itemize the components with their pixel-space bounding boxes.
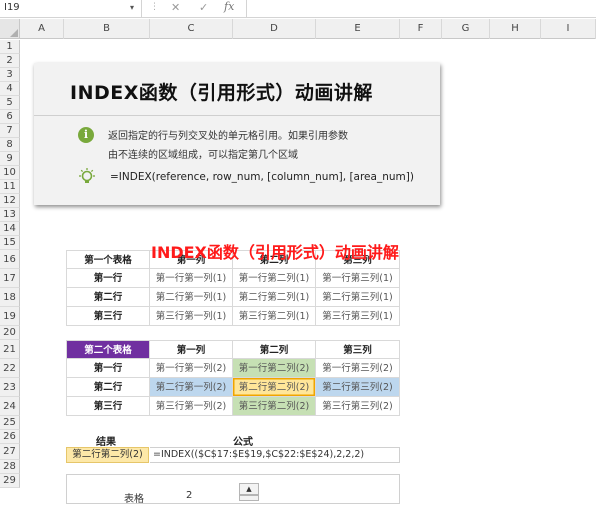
row-header-1[interactable]: 1: [0, 40, 20, 54]
table2-cell[interactable]: 第二行第三列(2): [316, 378, 400, 397]
table2-header-cell[interactable]: 第二列: [233, 340, 316, 359]
table2-row-label[interactable]: 第三行: [66, 397, 150, 416]
table2-cell[interactable]: 第一行第二列(2): [233, 359, 316, 378]
row-header-28[interactable]: 28: [0, 460, 20, 474]
row-header-6[interactable]: 6: [0, 110, 20, 124]
table2-cell[interactable]: 第三行第二列(2): [233, 397, 316, 416]
column-header-f[interactable]: F: [400, 19, 442, 39]
row-header-15[interactable]: 15: [0, 236, 20, 250]
column-header-d[interactable]: D: [233, 19, 316, 39]
row-header-12[interactable]: 12: [0, 194, 20, 208]
row-header-3[interactable]: 3: [0, 68, 20, 82]
column-header-i[interactable]: I: [541, 19, 596, 39]
formula-bar-grip-icon: ⋮: [150, 2, 159, 12]
spin-down-button[interactable]: [239, 495, 259, 501]
row-header-7[interactable]: 7: [0, 124, 20, 138]
spin-up-button[interactable]: ▲: [239, 483, 259, 495]
row-header-2[interactable]: 2: [0, 54, 20, 68]
insert-function-icon[interactable]: fx: [224, 0, 234, 13]
row-header-24[interactable]: 24: [0, 397, 20, 416]
column-header-b[interactable]: B: [64, 19, 150, 39]
row-header-13[interactable]: 13: [0, 208, 20, 222]
table1-row-label[interactable]: 第一行: [66, 269, 150, 288]
name-box[interactable]: I19: [0, 0, 142, 17]
formula-cell[interactable]: =INDEX(($C$17:$E$19,$C$22:$E$24),2,2,2): [150, 447, 400, 463]
column-header-h[interactable]: H: [490, 19, 541, 39]
row-header-26[interactable]: 26: [0, 430, 20, 444]
table2-cell[interactable]: 第二行第二列(2): [233, 378, 316, 397]
description-line-1: 返回指定的行与列交叉处的单元格引用。如果引用参数: [108, 131, 348, 142]
animated-overlay-title: INDEX函数（引用形式）动画讲解: [151, 243, 399, 262]
table2-row-label[interactable]: 第一行: [66, 359, 150, 378]
table2-header-cell[interactable]: 第一列: [150, 340, 233, 359]
table2-row-label[interactable]: 第二行: [66, 378, 150, 397]
column-header-g[interactable]: G: [442, 19, 490, 39]
row-header-23[interactable]: 23: [0, 378, 20, 397]
confirm-icon[interactable]: ✓: [199, 1, 208, 14]
table2-cell[interactable]: 第一行第一列(2): [150, 359, 233, 378]
table2-header-cell[interactable]: 第三列: [316, 340, 400, 359]
area-label: 表格: [124, 494, 144, 505]
table2-cell[interactable]: 第三行第三列(2): [316, 397, 400, 416]
row-header-10[interactable]: 10: [0, 166, 20, 180]
table1-header-cell[interactable]: 第一个表格: [66, 250, 150, 269]
result-cell[interactable]: 第二行第二列(2): [66, 447, 149, 463]
row-header-22[interactable]: 22: [0, 359, 20, 378]
row-header-25[interactable]: 25: [0, 416, 20, 430]
formula-input[interactable]: [246, 0, 596, 17]
row-header-19[interactable]: 19: [0, 307, 20, 326]
card-divider: [34, 115, 440, 116]
row-header-9[interactable]: 9: [0, 152, 20, 166]
row-header-16[interactable]: 16: [0, 250, 20, 269]
table2-header-cell[interactable]: 第二个表格: [66, 340, 150, 359]
lightbulb-icon: [79, 168, 95, 183]
table2-cell[interactable]: 第一行第三列(2): [316, 359, 400, 378]
formula-label: 公式: [233, 437, 253, 448]
table1-row-label[interactable]: 第二行: [66, 288, 150, 307]
row-header-8[interactable]: 8: [0, 138, 20, 152]
row-header-21[interactable]: 21: [0, 340, 20, 359]
table1-row-label[interactable]: 第三行: [66, 307, 150, 326]
info-icon: i: [78, 127, 94, 143]
table1-cell[interactable]: 第三行第一列(1): [150, 307, 233, 326]
table1-cell[interactable]: 第三行第二列(1): [233, 307, 316, 326]
row-header-27[interactable]: 27: [0, 444, 20, 460]
syntax-text: =INDEX(reference, row_num, [column_num],…: [110, 171, 414, 183]
column-header-e[interactable]: E: [316, 19, 400, 39]
select-all-icon: [10, 29, 18, 37]
area-value: 2: [186, 490, 193, 501]
row-header-20[interactable]: 20: [0, 326, 20, 340]
card-title: INDEX函数（引用形式）动画讲解: [70, 82, 373, 104]
table1-cell[interactable]: 第二行第三列(1): [316, 288, 400, 307]
name-box-dropdown-icon[interactable]: ▾: [130, 3, 134, 12]
table1-cell[interactable]: 第一行第二列(1): [233, 269, 316, 288]
row-header-4[interactable]: 4: [0, 82, 20, 96]
table1-cell[interactable]: 第一行第三列(1): [316, 269, 400, 288]
row-header-14[interactable]: 14: [0, 222, 20, 236]
column-header-a[interactable]: A: [20, 19, 64, 39]
table2-cell[interactable]: 第二行第一列(2): [150, 378, 233, 397]
row-header-11[interactable]: 11: [0, 180, 20, 194]
row-header-29[interactable]: 29: [0, 474, 20, 488]
column-header-c[interactable]: C: [150, 19, 233, 39]
row-header-17[interactable]: 17: [0, 269, 20, 288]
row-header-18[interactable]: 18: [0, 288, 20, 307]
table1-cell[interactable]: 第二行第一列(1): [150, 288, 233, 307]
table1-cell[interactable]: 第二行第二列(1): [233, 288, 316, 307]
table2-cell[interactable]: 第三行第一列(2): [150, 397, 233, 416]
cancel-icon[interactable]: ✕: [171, 1, 180, 14]
result-label: 结果: [96, 437, 116, 448]
row-header-5[interactable]: 5: [0, 96, 20, 110]
table1-cell[interactable]: 第三行第三列(1): [316, 307, 400, 326]
description-line-2: 由不连续的区域组成，可以指定第几个区域: [108, 150, 298, 161]
table1-cell[interactable]: 第一行第一列(1): [150, 269, 233, 288]
